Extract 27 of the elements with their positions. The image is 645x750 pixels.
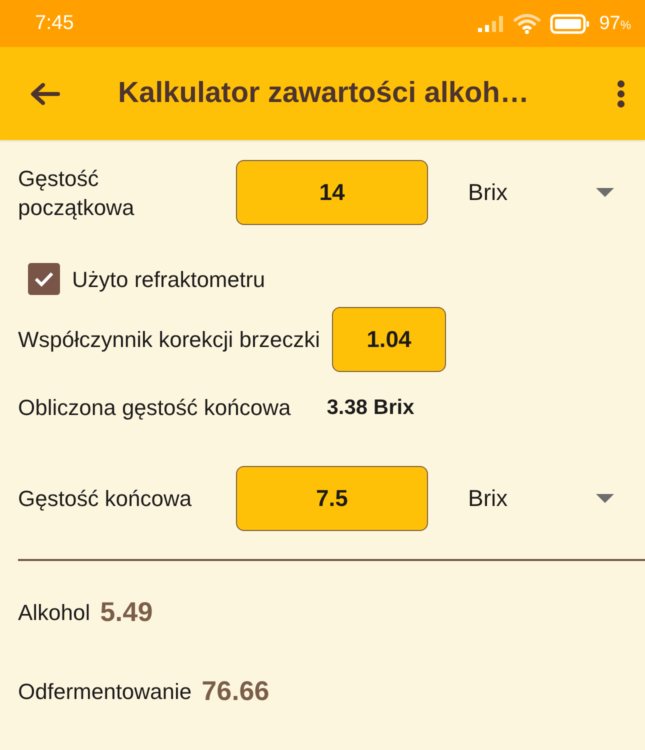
wifi-icon	[513, 14, 542, 34]
result-label: Alkohol	[18, 599, 90, 627]
battery-percent: 97%	[599, 12, 631, 34]
status-time: 7:45	[35, 12, 74, 35]
vertical-dots-icon	[617, 80, 625, 108]
computed-value: 3.38 Brix	[326, 396, 414, 420]
back-arrow-icon	[30, 82, 60, 104]
dropdown-caret-icon	[596, 494, 614, 503]
result-value: 76.66	[202, 676, 270, 707]
field-label: Współczynnik korekcji brzeczki	[18, 326, 320, 354]
value-input[interactable]: 14	[236, 160, 428, 225]
field-label: Gęstość końcowa	[18, 485, 193, 513]
battery-icon	[550, 14, 590, 34]
unit-dropdown[interactable]: Brix	[428, 168, 645, 218]
checkmark-icon	[34, 271, 54, 287]
value-input[interactable]: 7.5	[236, 466, 428, 531]
result-label: Odfermentowanie	[18, 678, 192, 706]
result-value: 5.49	[100, 597, 153, 628]
field-label: Obliczona gęstość końcowa	[18, 394, 291, 422]
field-label: Gęstość początkowa	[18, 164, 136, 222]
signal-icon	[478, 16, 504, 32]
unit-dropdown[interactable]: Brix	[428, 474, 645, 524]
checkbox-label: Użyto refraktometru	[72, 266, 266, 294]
dropdown-caret-icon	[596, 188, 614, 197]
checkbox[interactable]	[28, 263, 60, 295]
value-input[interactable]: 1.04	[332, 307, 446, 372]
screen-title: Kalkulator zawartości alkoh…	[117, 77, 530, 110]
